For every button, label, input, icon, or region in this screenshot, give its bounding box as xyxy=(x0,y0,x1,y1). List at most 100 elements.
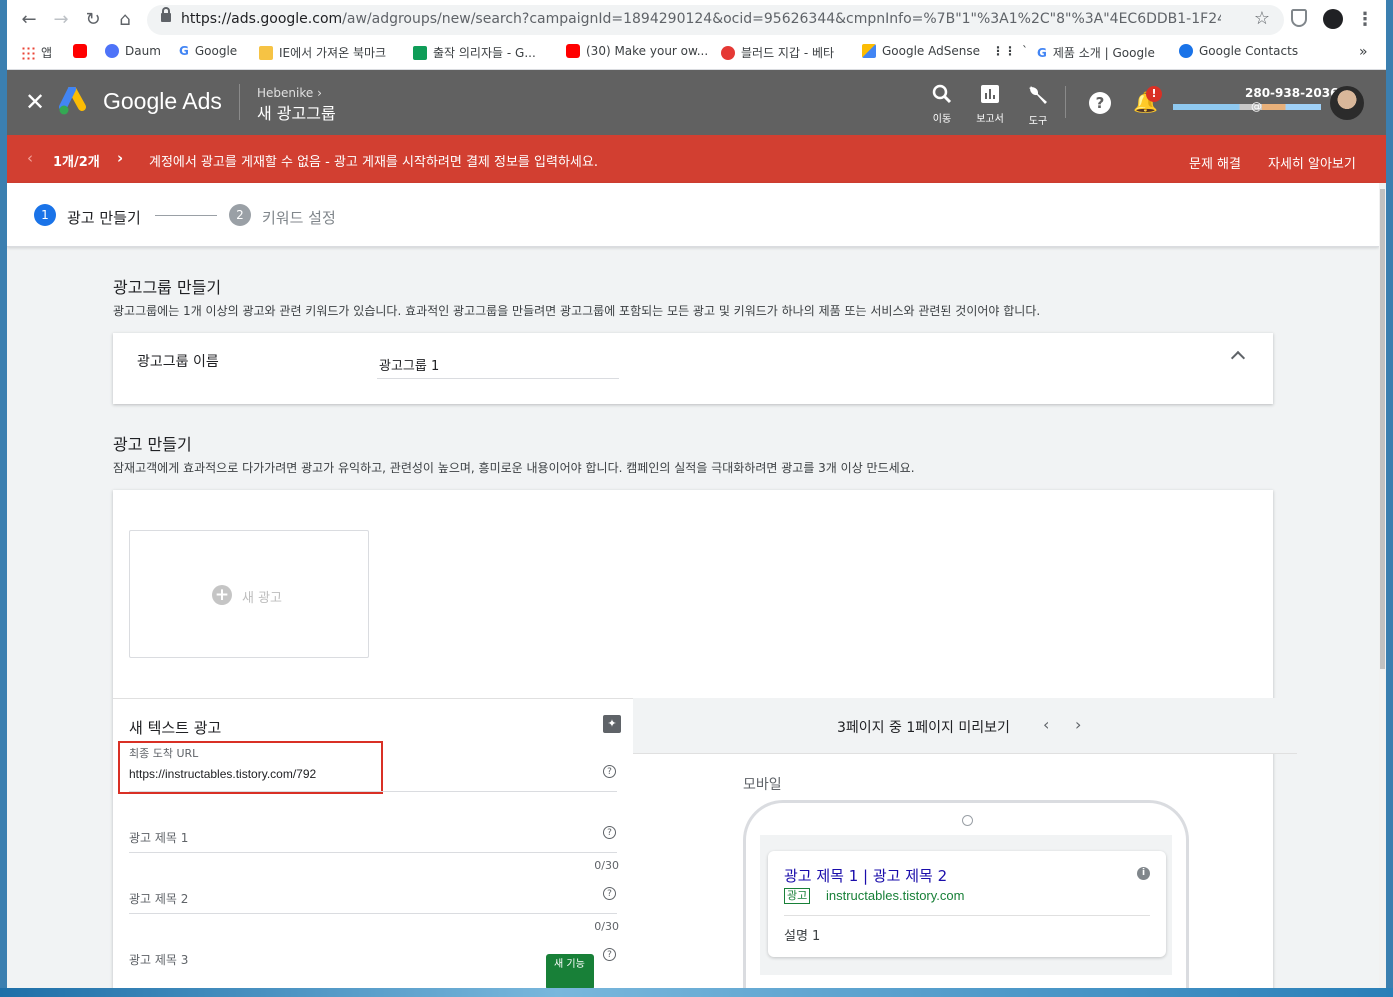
account-email-redacted xyxy=(1173,104,1321,110)
prev-alert-icon[interactable]: ‹ xyxy=(27,149,33,167)
ads-section-title: 광고 만들기 xyxy=(113,435,192,454)
customer-id[interactable]: 280-938-2036 xyxy=(1245,86,1338,100)
notification-badge: ! xyxy=(1146,86,1162,102)
browser-menu-icon[interactable]: ⋮ xyxy=(1353,8,1377,32)
chevron-right-icon[interactable]: › xyxy=(1075,715,1081,734)
contacts-icon xyxy=(1179,44,1193,58)
bookmark-daum[interactable]: Daum xyxy=(105,44,161,58)
bookmark-dots[interactable]: ⋮⋮ ` xyxy=(992,44,1028,58)
adgroup-name-label: 광고그룹 이름 xyxy=(137,354,219,370)
bookmark-youtube[interactable] xyxy=(73,44,87,58)
bookmark-star-icon[interactable]: ☆ xyxy=(1254,8,1270,29)
phone-frame: 광고 제목 1 | 광고 제목 2 i 광고 instructables.tis… xyxy=(743,800,1189,997)
more-bookmarks[interactable]: » xyxy=(1359,44,1368,60)
search-icon xyxy=(932,84,952,104)
youtube-icon xyxy=(566,44,580,58)
adgroup-name-input[interactable] xyxy=(377,351,619,379)
sheets-icon xyxy=(413,45,427,60)
google-g-icon: G xyxy=(1037,45,1047,60)
step-2-number: 2 xyxy=(229,204,251,226)
new-feature-badge: 새 기능 xyxy=(546,954,594,990)
ads-section-desc: 잠재고객에게 효과적으로 다가가려면 광고가 유익하고, 관련성이 높으며, 흥… xyxy=(113,461,915,475)
ad-preview-headline: 광고 제목 1 | 광고 제목 2 xyxy=(784,867,948,885)
go-to-button[interactable]: 이동 xyxy=(919,84,965,125)
adsense-icon xyxy=(862,44,876,58)
lock-icon xyxy=(161,7,171,22)
url-text[interactable]: https://ads.google.com/aw/adgroups/new/s… xyxy=(181,11,1221,27)
back-icon[interactable]: ← xyxy=(17,8,41,32)
alert-message: 계정에서 광고를 게재할 수 없음 - 광고 게재를 시작하려면 결제 정보를 … xyxy=(149,155,598,170)
avatar[interactable] xyxy=(1330,86,1364,120)
field-underline xyxy=(129,852,617,853)
learn-more-link[interactable]: 자세히 알아보기 xyxy=(1268,153,1356,172)
bookmark-google[interactable]: G Google xyxy=(179,44,237,58)
step-indicator: 1 광고 만들기 2 키워드 설정 xyxy=(7,183,1379,247)
next-alert-icon[interactable]: › xyxy=(117,149,123,167)
folder-icon xyxy=(259,45,273,60)
help-icon[interactable]: ? xyxy=(1089,92,1111,114)
billing-alert-banner: ‹ 1개/2개 › 계정에서 광고를 게재할 수 없음 - 광고 게재를 시작하… xyxy=(7,135,1386,183)
shield-extension-icon[interactable] xyxy=(1291,9,1307,27)
browser-toolbar: ← → ↻ ⌂ https://ads.google.com/aw/adgrou… xyxy=(7,0,1386,38)
preview-pager-text: 3페이지 중 1페이지 미리보기 xyxy=(837,720,1010,736)
home-icon[interactable]: ⌂ xyxy=(113,8,137,32)
fix-problem-link[interactable]: 문제 해결 xyxy=(1189,153,1241,172)
address-bar[interactable]: https://ads.google.com/aw/adgroups/new/s… xyxy=(147,5,1284,35)
tools-button[interactable]: 도구 xyxy=(1015,84,1061,127)
brand-name: Google Ads xyxy=(103,88,222,114)
account-breadcrumb[interactable]: Hebenike › xyxy=(257,86,322,100)
header-divider xyxy=(1065,86,1066,118)
bookmark-ie-folder[interactable]: IE에서 가져온 북마크 xyxy=(259,44,386,61)
collapse-chevron-up-icon[interactable] xyxy=(1230,350,1246,366)
bookmark-sheets[interactable]: 출작 의리자들 - G... xyxy=(413,44,536,61)
help-icon[interactable]: ? xyxy=(603,826,616,839)
bookmark-youtube-video[interactable]: (30) Make your ow... xyxy=(566,44,708,58)
auto-suggest-icon[interactable]: ✦ xyxy=(603,715,621,733)
google-ads-logo-icon xyxy=(59,87,86,115)
bookmark-contacts[interactable]: Google Contacts xyxy=(1179,44,1298,58)
reload-icon[interactable]: ↻ xyxy=(81,8,105,32)
headline-1-counter: 0/30 xyxy=(594,859,619,872)
adgroup-name-card: 광고그룹 이름 xyxy=(113,333,1273,404)
google-g-icon: G xyxy=(179,44,189,58)
desktop-taskbar xyxy=(0,988,1393,997)
apps-grid-icon xyxy=(21,45,35,60)
field-underline xyxy=(129,791,617,792)
help-icon[interactable]: ? xyxy=(603,887,616,900)
tools-icon xyxy=(1029,86,1047,104)
info-icon[interactable]: i xyxy=(1137,867,1150,880)
bookmark-adsense[interactable]: Google AdSense xyxy=(862,44,980,58)
help-icon[interactable]: ? xyxy=(603,765,616,778)
phone-screen: 광고 제목 1 | 광고 제목 2 i 광고 instructables.tis… xyxy=(760,835,1172,975)
page-title: 새 광고그룹 xyxy=(257,104,336,123)
field-underline xyxy=(129,913,617,914)
scrollbar-thumb[interactable] xyxy=(1380,189,1385,669)
reports-button[interactable]: 보고서 xyxy=(967,84,1013,125)
reports-icon xyxy=(981,85,999,103)
forward-icon[interactable]: → xyxy=(49,8,73,32)
bookmark-blood-wallet[interactable]: 블러드 지갑 - 베타 xyxy=(721,44,834,61)
headline-1-input[interactable]: 광고 제목 1 xyxy=(129,829,188,846)
profile-icon[interactable] xyxy=(1323,9,1343,29)
add-circle-icon: + xyxy=(212,585,232,605)
text-ad-editor: 새 텍스트 광고 ✦ 최종 도착 URL https://instructabl… xyxy=(113,698,633,997)
close-icon[interactable]: ✕ xyxy=(25,88,45,116)
page-scrollbar[interactable] xyxy=(1379,183,1386,997)
headline-2-counter: 0/30 xyxy=(594,920,619,933)
phone-camera-icon xyxy=(962,815,973,826)
adgroup-section-title: 광고그룹 만들기 xyxy=(113,278,222,297)
help-icon[interactable]: ? xyxy=(603,948,616,961)
editor-title: 새 텍스트 광고 xyxy=(129,719,222,737)
chevron-left-icon[interactable]: ‹ xyxy=(1043,715,1049,734)
email-at-sign: @ xyxy=(1251,100,1262,113)
step-1-label[interactable]: 광고 만들기 xyxy=(67,207,141,228)
bookmark-apps[interactable]: 앱 xyxy=(21,44,52,61)
ad-preview-description: 설명 1 xyxy=(784,929,821,944)
ad-preview-card: 광고 제목 1 | 광고 제목 2 i 광고 instructables.tis… xyxy=(768,851,1166,957)
bookmark-google-products[interactable]: G 제품 소개 | Google xyxy=(1037,44,1155,61)
headline-3-input[interactable]: 광고 제목 3 xyxy=(129,951,188,968)
new-ad-tile[interactable]: + 새 광고 xyxy=(129,530,369,658)
ad-badge: 광고 xyxy=(784,888,811,904)
step-2-label[interactable]: 키워드 설정 xyxy=(262,207,336,228)
headline-2-input[interactable]: 광고 제목 2 xyxy=(129,890,188,907)
